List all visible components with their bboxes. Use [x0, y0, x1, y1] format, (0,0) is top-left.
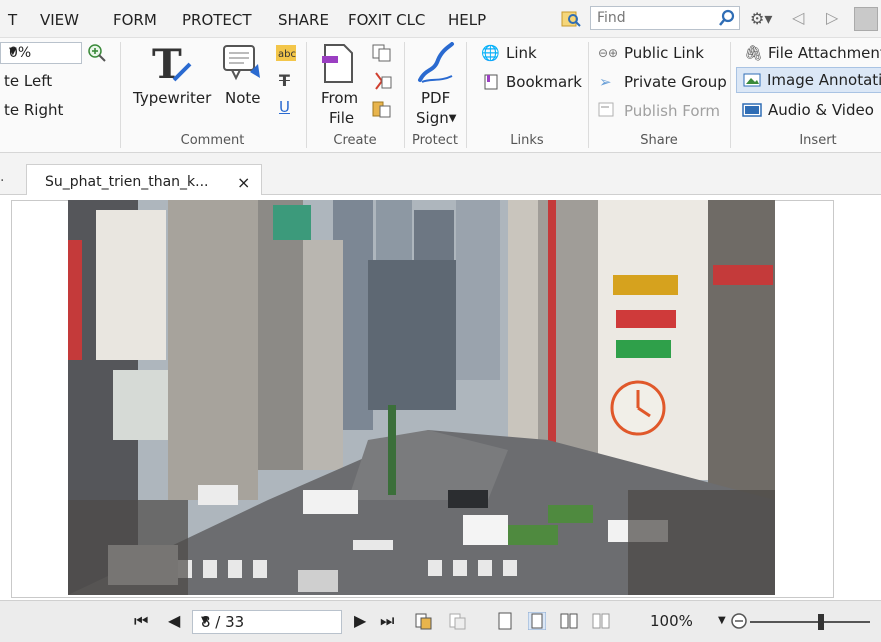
- document-tab-bar: . Su_phat_trien_than_k... ×: [0, 153, 881, 196]
- bookmark-icon: [484, 74, 498, 90]
- zoom-select[interactable]: 0% ▼: [0, 42, 82, 64]
- close-icon[interactable]: ×: [237, 173, 250, 192]
- from-file-line1[interactable]: From: [321, 89, 358, 107]
- link-button[interactable]: Link: [506, 44, 537, 62]
- menu-item-foxit-cloud[interactable]: FOXIT CLC: [348, 11, 425, 29]
- tab-document[interactable]: Su_phat_trien_than_k... ×: [26, 164, 262, 196]
- share-group-label: Share: [640, 133, 678, 148]
- public-link-icon: ⊖⊕: [598, 46, 619, 60]
- file-attachment-button[interactable]: File Attachment: [768, 44, 881, 62]
- typewriter-icon[interactable]: T: [150, 42, 194, 84]
- from-file-icon[interactable]: [322, 42, 356, 86]
- nav-forward-icon[interactable]: ▷: [826, 8, 838, 27]
- rotate-right-button[interactable]: te Right: [4, 101, 63, 119]
- status-bar: ⏮ ◀ 8 / 33 ▼ ▶ ⏭ 100% ▼: [0, 600, 881, 642]
- chevron-down-icon: ▼: [448, 113, 457, 124]
- continuous-facing-view-icon[interactable]: [592, 612, 610, 630]
- group-separator: [730, 42, 731, 148]
- private-group-icon: ➢: [599, 73, 612, 91]
- zoom-in-icon[interactable]: [86, 42, 108, 64]
- note-icon[interactable]: [222, 44, 262, 84]
- previous-view-icon[interactable]: [414, 612, 432, 630]
- chevron-down-icon[interactable]: ▼: [718, 615, 726, 626]
- next-page-icon[interactable]: ▶: [354, 611, 366, 630]
- audio-video-button[interactable]: Audio & Video: [768, 101, 874, 119]
- zoom-slider-thumb[interactable]: [818, 614, 824, 630]
- next-view-icon[interactable]: [448, 612, 466, 630]
- create-group-label: Create: [333, 133, 377, 148]
- private-group-button[interactable]: Private Group: [624, 73, 727, 91]
- publish-form-button[interactable]: Publish Form: [624, 102, 720, 120]
- zoom-slider-track[interactable]: [750, 621, 870, 623]
- ribbon: 0% ▼ te Left te Right T Typewriter Note …: [0, 38, 881, 153]
- insert-group-label: Insert: [799, 133, 837, 148]
- user-icon[interactable]: [854, 7, 878, 31]
- from-file-line2[interactable]: File: [329, 109, 354, 127]
- last-page-icon[interactable]: ⏭: [380, 611, 394, 631]
- public-link-button[interactable]: Public Link: [624, 44, 704, 62]
- typewriter-button[interactable]: Typewriter: [133, 89, 211, 107]
- page-number-input[interactable]: 8 / 33 ▼: [192, 610, 342, 634]
- menu-bar: T VIEW FORM PROTECT SHARE FOXIT CLC HELP…: [0, 0, 881, 38]
- menu-item-protect[interactable]: PROTECT: [182, 11, 252, 29]
- image-icon: [743, 73, 761, 87]
- pdf-sign-label: Sign: [416, 109, 449, 127]
- paperclip-icon: 🖇: [744, 44, 764, 62]
- search-icon[interactable]: [717, 8, 737, 28]
- find-placeholder: Find: [597, 10, 626, 26]
- pdf-sign-icon[interactable]: [416, 42, 456, 86]
- facing-view-icon[interactable]: [560, 612, 578, 630]
- publish-form-icon: [598, 102, 614, 117]
- bookmark-button[interactable]: Bookmark: [506, 73, 582, 91]
- create-scanner-icon[interactable]: [372, 72, 392, 90]
- image-annotation-label: Image Annotatic: [767, 71, 881, 89]
- gear-icon[interactable]: ⚙▾: [750, 9, 780, 29]
- continuous-view-icon[interactable]: [528, 612, 546, 630]
- menu-item-truncated[interactable]: T: [8, 11, 17, 29]
- menu-item-help[interactable]: HELP: [448, 11, 486, 29]
- image-annotation-button[interactable]: Image Annotatic: [736, 67, 881, 93]
- rotate-left-button[interactable]: te Left: [4, 72, 52, 90]
- nav-back-icon[interactable]: ◁: [792, 8, 804, 27]
- tab-previous-stub[interactable]: .: [0, 169, 26, 195]
- create-clipboard-icon[interactable]: [372, 100, 392, 118]
- video-icon: [742, 103, 762, 117]
- zoom-percent[interactable]: 100%: [650, 612, 693, 630]
- svg-text:abc: abc: [278, 49, 296, 60]
- strikeout-icon[interactable]: T: [279, 71, 290, 90]
- tab-title: Su_phat_trien_than_k...: [45, 174, 209, 190]
- single-page-view-icon[interactable]: [496, 612, 514, 630]
- protect-group-label: Protect: [412, 133, 458, 148]
- highlight-text-icon[interactable]: abc: [276, 45, 296, 61]
- first-page-icon[interactable]: ⏮: [134, 611, 148, 631]
- links-group-label: Links: [510, 133, 544, 148]
- comment-group-label: Comment: [180, 133, 245, 148]
- find-input[interactable]: Find: [590, 6, 740, 30]
- document-photo: [68, 200, 775, 595]
- find-document-icon[interactable]: [560, 9, 582, 29]
- previous-page-icon[interactable]: ◀: [168, 611, 180, 630]
- link-icon: 🌐: [481, 44, 500, 62]
- menu-item-view[interactable]: VIEW: [40, 11, 79, 29]
- underline-icon[interactable]: U: [279, 98, 290, 116]
- zoom-out-icon[interactable]: [730, 612, 748, 630]
- note-button[interactable]: Note: [225, 89, 261, 107]
- pdf-sign-line2[interactable]: Sign▼: [416, 109, 456, 127]
- chevron-down-icon: ▼: [9, 46, 17, 57]
- menu-item-share[interactable]: SHARE: [278, 11, 329, 29]
- pdf-sign-line1[interactable]: PDF: [421, 89, 450, 107]
- create-blank-icon[interactable]: [372, 44, 392, 62]
- menu-item-form[interactable]: FORM: [113, 11, 157, 29]
- chevron-down-icon: ▼: [201, 615, 209, 626]
